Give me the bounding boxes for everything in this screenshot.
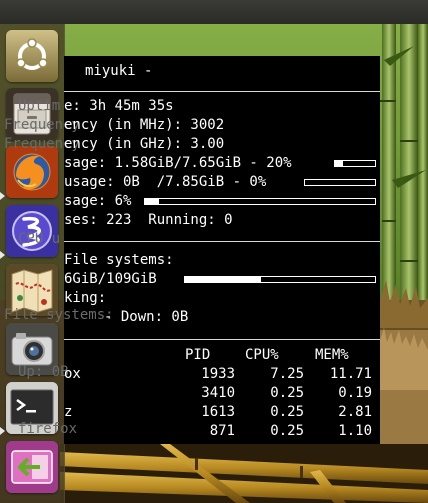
- process-pid: 3410: [201, 385, 235, 401]
- ram-usage-bar: [334, 160, 376, 167]
- process-row: 871 0.25 1.10: [64, 422, 380, 441]
- cpu-usage-bar: [144, 198, 376, 205]
- ghost-text: Uptim: [18, 98, 61, 114]
- process-cpu: 0.25: [270, 385, 304, 401]
- process-name: z: [64, 404, 73, 420]
- mem-column-header: MEM%: [315, 347, 349, 363]
- frequency-ghz-text: ency (in GHz): 3.00: [64, 136, 225, 152]
- process-cpu: 7.25: [270, 366, 304, 382]
- cpu-usage-text: sage: 6%: [64, 193, 132, 209]
- cpu-column-header: CPU%: [245, 347, 279, 363]
- running-indicator: [0, 192, 5, 200]
- processes-text: ses: 223 Running: 0: [64, 212, 233, 228]
- pid-column-header: PID: [185, 347, 211, 363]
- frequency-mhz-text: ency (in MHz): 3002: [64, 117, 225, 133]
- process-mem: 0.19: [338, 385, 372, 401]
- filesystem-usage-text: 6GiB/109GiB: [64, 271, 157, 287]
- networking-label: king:: [64, 290, 107, 306]
- arrow-panel-icon: [6, 441, 58, 493]
- filesystem-usage-bar: [184, 276, 376, 283]
- cpu-usage-bar-fill: [145, 199, 159, 204]
- process-row: 3410 0.25 0.19: [64, 384, 380, 403]
- process-cpu: 0.25: [270, 423, 304, 439]
- launcher-item-dash[interactable]: [6, 30, 58, 82]
- ghost-text: File systems:: [4, 307, 114, 323]
- filesystems-label: File systems:: [64, 252, 174, 268]
- ubuntu-logo-icon: [6, 30, 58, 82]
- process-name: ox: [64, 366, 81, 382]
- ram-usage-text: sage: 1.58GiB/7.65GiB - 20%: [64, 155, 292, 171]
- process-row: ox 1933 7.25 11.71: [64, 365, 380, 384]
- system-monitor-panel: miyuki - Uptim Frequency Frequency CPU u…: [4, 56, 380, 444]
- process-pid: 1613: [201, 404, 235, 420]
- hostname: miyuki -: [85, 63, 153, 79]
- process-mem: 2.81: [338, 404, 372, 420]
- running-indicator: [0, 251, 5, 259]
- swap-usage-text: usage: 0B /7.85GiB - 0%: [64, 174, 267, 190]
- network-down-text: - Down: 0B: [104, 309, 189, 325]
- launcher-item-remote[interactable]: [6, 441, 58, 493]
- divider: [64, 91, 380, 92]
- process-pid: 1933: [201, 366, 235, 382]
- divider: [64, 339, 380, 340]
- ram-usage-bar-fill: [335, 161, 343, 166]
- filesystem-usage-bar-fill: [185, 277, 261, 282]
- top-panel: [0, 0, 428, 24]
- running-indicator: [0, 427, 5, 435]
- process-mem: 1.10: [338, 423, 372, 439]
- process-cpu: 0.25: [270, 404, 304, 420]
- divider: [64, 241, 380, 242]
- ghost-text: Up: 0B: [18, 364, 69, 380]
- process-pid: 871: [209, 423, 235, 439]
- ghost-text: CPU u: [18, 231, 61, 247]
- process-table-header: PID CPU% MEM%: [64, 346, 380, 365]
- uptime-text: e: 3h 45m 35s: [64, 98, 174, 114]
- process-mem: 11.71: [329, 366, 372, 382]
- swap-usage-bar: [304, 179, 376, 186]
- process-row: z 1613 0.25 2.81: [64, 403, 380, 422]
